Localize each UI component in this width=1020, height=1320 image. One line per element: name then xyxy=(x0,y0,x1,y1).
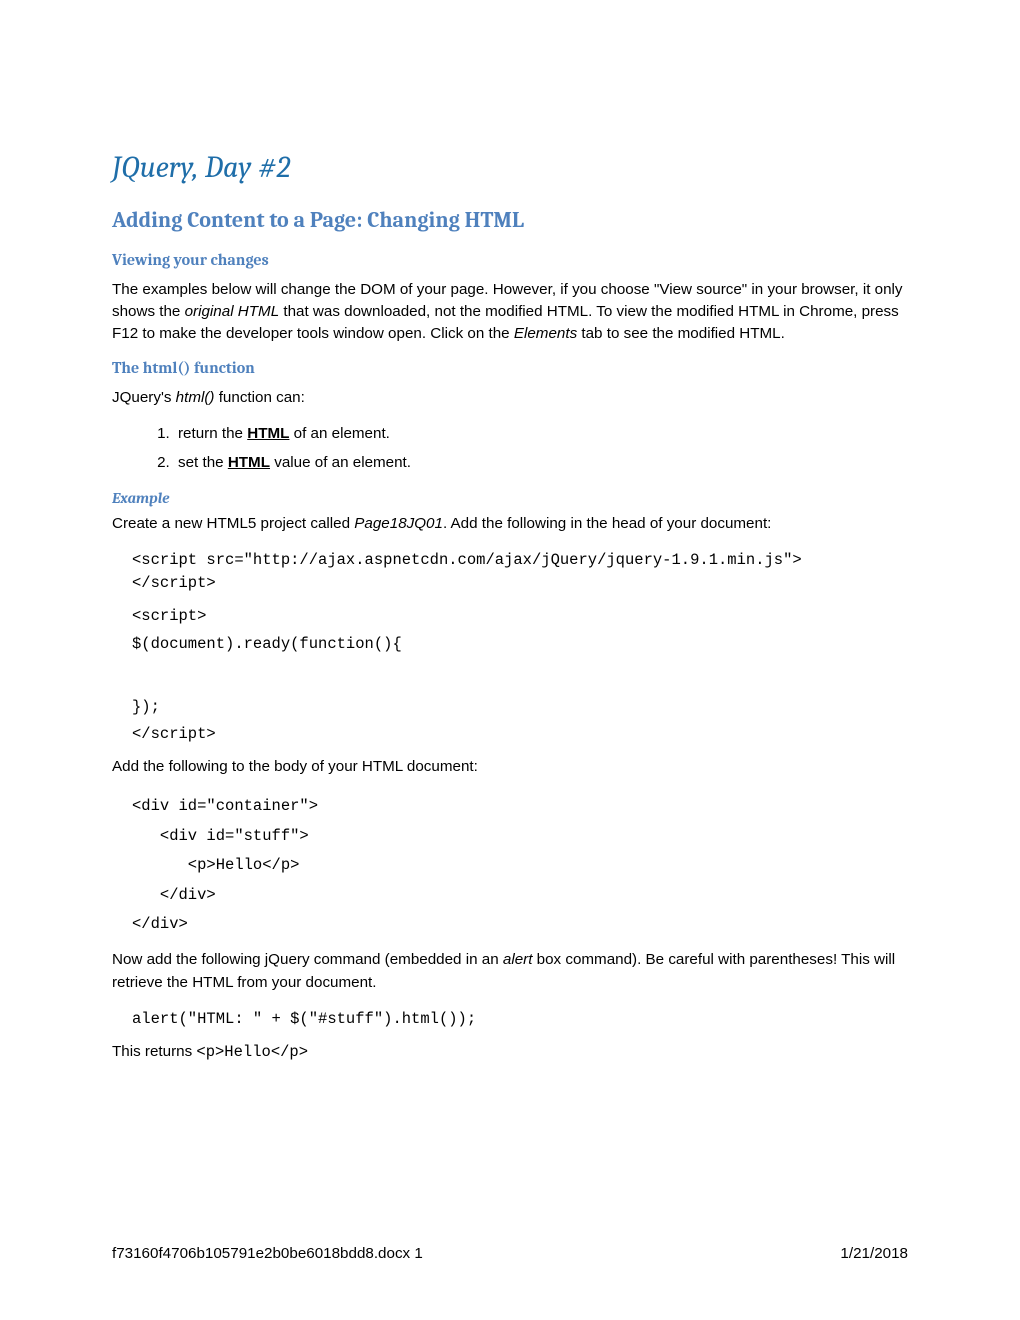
text: function can: xyxy=(214,389,304,406)
text: . Add the following in the head of your … xyxy=(443,515,771,532)
text: tab to see the modified HTML. xyxy=(577,325,785,342)
code-inline: <p>Hello</p> xyxy=(196,1043,308,1061)
text: This returns xyxy=(112,1043,196,1060)
list-item: set the HTML value of an element. xyxy=(174,452,908,475)
text: Create a new HTML5 project called xyxy=(112,515,354,532)
text: value of an element. xyxy=(270,454,411,471)
page-footer: f73160f4706b105791e2b0be6018bdd8.docx 1 … xyxy=(112,1245,908,1262)
footer-filename: f73160f4706b105791e2b0be6018bdd8.docx 1 xyxy=(112,1245,423,1262)
list-item: return the HTML of an element. xyxy=(174,423,908,446)
ordered-list: return the HTML of an element. set the H… xyxy=(112,423,908,475)
paragraph-body-instruction: Add the following to the body of your HT… xyxy=(112,756,908,778)
code-block: <div id="container"> <div id="stuff"> <p… xyxy=(112,792,908,939)
text-italic: Page18JQ01 xyxy=(354,515,443,532)
paragraph-example-intro: Create a new HTML5 project called Page18… xyxy=(112,513,908,535)
text-italic: Elements xyxy=(514,325,577,342)
text-italic: alert xyxy=(503,951,533,968)
code-block: <script src="http://ajax.aspnetcdn.com/a… xyxy=(112,549,908,596)
document-page: JQuery, Day #2 Adding Content to a Page:… xyxy=(0,0,1020,1320)
code-block: $(document).ready(function(){ xyxy=(112,633,908,656)
example-heading: Example xyxy=(112,489,908,507)
code-block: }); xyxy=(112,696,908,719)
paragraph-alert-instruction: Now add the following jQuery command (em… xyxy=(112,949,908,993)
paragraph-returns: This returns <p>Hello</p> xyxy=(112,1041,908,1063)
paragraph-html-intro: JQuery's html() function can: xyxy=(112,387,908,409)
text: set the xyxy=(178,454,228,471)
text: of an element. xyxy=(289,425,389,442)
code-block: <script> xyxy=(112,605,908,628)
paragraph-viewing-changes: The examples below will change the DOM o… xyxy=(112,279,908,345)
footer-date: 1/21/2018 xyxy=(840,1245,908,1262)
text: JQuery's xyxy=(112,389,176,406)
link-html[interactable]: HTML xyxy=(228,454,270,471)
section-heading: Adding Content to a Page: Changing HTML xyxy=(112,207,908,233)
subheading-viewing-changes: Viewing your changes xyxy=(112,251,908,269)
subheading-html-function: The html() function xyxy=(112,359,908,377)
text: return the xyxy=(178,425,247,442)
code-block: </script> xyxy=(112,723,908,746)
text-italic: html() xyxy=(176,389,215,406)
link-html[interactable]: HTML xyxy=(247,425,289,442)
document-title: JQuery, Day #2 xyxy=(112,150,908,185)
code-block: alert("HTML: " + $("#stuff").html()); xyxy=(112,1008,908,1031)
text-italic: original HTML xyxy=(185,303,280,320)
text: Now add the following jQuery command (em… xyxy=(112,951,503,968)
